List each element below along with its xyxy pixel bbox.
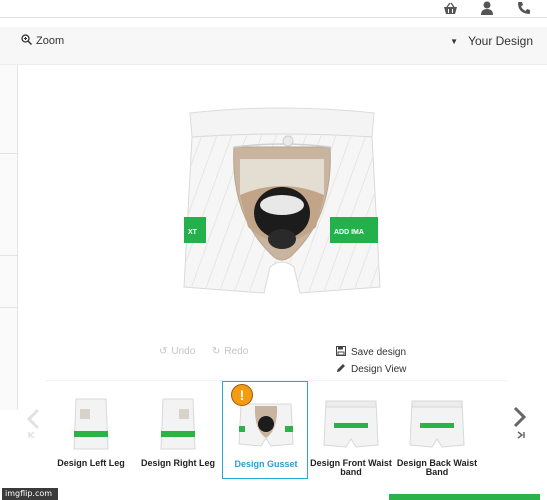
save-design-label: Save design [351, 347, 407, 358]
previous-view-button[interactable] [26, 408, 42, 439]
next-view-button[interactable] [512, 406, 528, 439]
save-icon [336, 346, 346, 359]
user-icon[interactable] [478, 0, 496, 16]
top-bar [0, 0, 547, 18]
redo-label: Redo [224, 346, 249, 357]
thumbnail-label: Design Gusset [234, 459, 298, 469]
left-leg-preview [73, 398, 109, 450]
right-leg-preview [160, 398, 196, 450]
your-design-label: Your Design [468, 34, 533, 48]
thumbnail-right-leg[interactable]: Design Right Leg [135, 381, 221, 479]
left-sticker-text: XT [188, 229, 198, 236]
zoom-button[interactable]: Zoom [21, 34, 64, 48]
thumbnail-left-leg[interactable]: Design Left Leg [48, 381, 134, 479]
thumbnail-strip: Design Left Leg Design Right Leg ! Desig… [45, 380, 508, 479]
design-view-label: Design View [351, 364, 407, 375]
thumbnail-back-waistband[interactable]: Design Back Waist Band [394, 381, 480, 479]
undo-button[interactable]: ↺ Undo [159, 346, 195, 357]
divider [0, 153, 18, 154]
undo-icon: ↺ [159, 346, 168, 357]
right-sticker-text: ADD IMA [334, 229, 364, 236]
thumbnail-label: Design Front Waist band [310, 458, 392, 477]
left-gutter [0, 65, 18, 410]
thumbnail-label: Design Right Leg [141, 458, 215, 468]
save-design-button[interactable]: Save design [336, 346, 406, 359]
divider [0, 255, 18, 256]
back-waistband-preview [409, 400, 465, 448]
thumbnail-front-waistband[interactable]: Design Front Waist band [308, 381, 394, 479]
design-toolbar: Zoom ▼ Your Design [0, 27, 547, 65]
warning-icon: ! [231, 384, 253, 406]
thumbnail-gusset[interactable]: ! Design Gusset [222, 381, 308, 479]
your-design-dropdown[interactable]: ▼ Your Design [450, 34, 533, 48]
thumbnail-label: Design Left Leg [57, 458, 125, 468]
basket-icon[interactable] [441, 0, 459, 16]
add-to-cart-bar[interactable] [389, 494, 540, 500]
thumbnail-label: Design Back Waist Band [396, 458, 478, 477]
phone-icon[interactable] [515, 0, 533, 16]
boxer-briefs-preview[interactable]: XT ADD IMA [182, 107, 382, 357]
zoom-icon [21, 34, 33, 48]
pencil-icon [336, 363, 346, 376]
undo-label: Undo [171, 346, 196, 357]
divider [0, 307, 18, 308]
front-waistband-preview [323, 400, 379, 448]
redo-icon: ↻ [212, 346, 221, 357]
zoom-label: Zoom [36, 35, 65, 47]
caret-down-icon: ▼ [450, 36, 459, 46]
watermark: imgflip.com [2, 488, 58, 500]
redo-button[interactable]: ↻ Redo [212, 346, 248, 357]
design-view-button[interactable]: Design View [336, 363, 406, 376]
design-canvas[interactable]: XT ADD IMA [18, 65, 547, 377]
